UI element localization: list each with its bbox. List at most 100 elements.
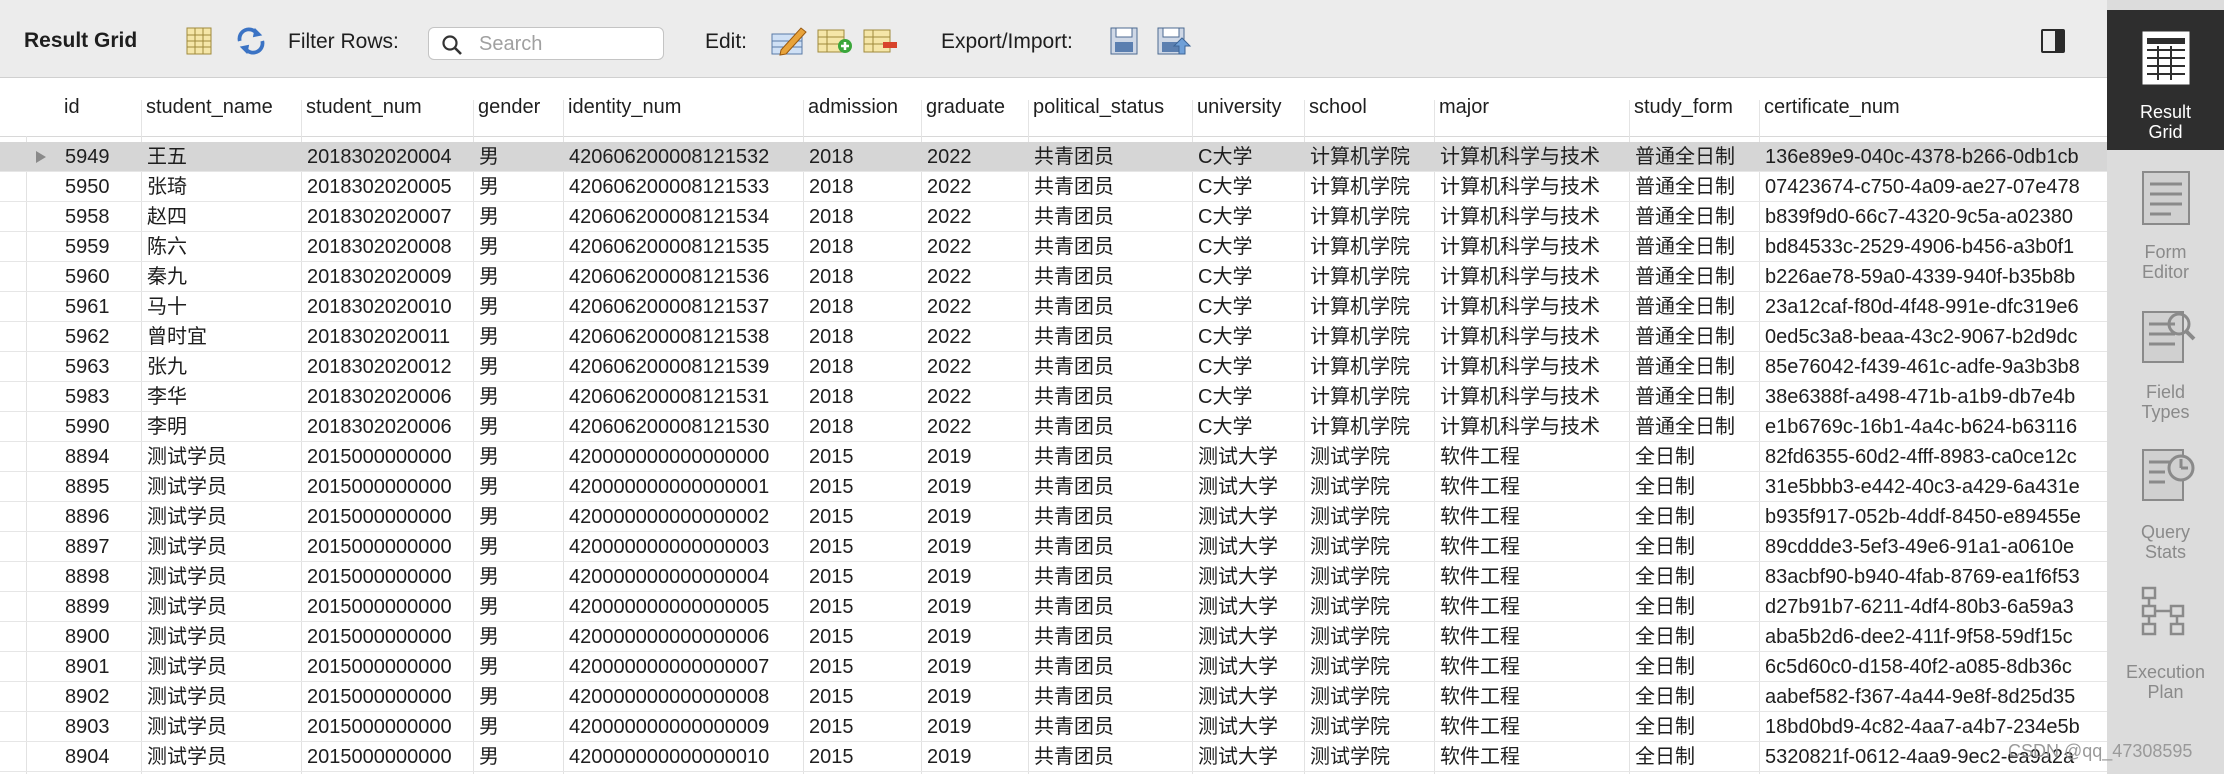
cell-school[interactable]: 计算机学院 <box>1305 412 1435 441</box>
table-row[interactable]: 5959 陈六 2018302020008 男 420606200008121535 20… <box>0 232 2107 262</box>
cell-gender[interactable]: 男 <box>474 472 564 501</box>
cell-graduate[interactable]: 2019 <box>922 712 1029 741</box>
cell-admission[interactable]: 2018 <box>804 352 922 381</box>
cell-graduate[interactable]: 2022 <box>922 142 1029 171</box>
cell-school[interactable]: 计算机学院 <box>1305 322 1435 351</box>
cell-student-name[interactable]: 张九 <box>142 352 302 381</box>
cell-school[interactable]: 测试学院 <box>1305 502 1435 531</box>
cell-id[interactable]: 5961 <box>60 292 142 321</box>
cell-university[interactable]: C大学 <box>1193 202 1305 231</box>
toggle-columns-icon[interactable] <box>184 26 214 56</box>
column-header-divider[interactable] <box>803 100 804 136</box>
cell-admission[interactable]: 2015 <box>804 502 922 531</box>
cell-gender[interactable]: 男 <box>474 172 564 201</box>
cell-gender[interactable]: 男 <box>474 382 564 411</box>
cell-major[interactable]: 软件工程 <box>1435 742 1630 771</box>
cell-university[interactable]: 测试大学 <box>1193 472 1305 501</box>
cell-student-name[interactable]: 张琦 <box>142 172 302 201</box>
cell-graduate[interactable]: 2022 <box>922 232 1029 261</box>
cell-study-form[interactable]: 普通全日制 <box>1630 292 1760 321</box>
cell-certificate-num[interactable]: 6c5d60c0-d158-40f2-a085-8db36c <box>1760 652 2107 681</box>
cell-student-num[interactable]: 2015000000000 <box>302 712 474 741</box>
cell-university[interactable]: C大学 <box>1193 262 1305 291</box>
cell-gender[interactable]: 男 <box>474 562 564 591</box>
cell-student-num[interactable]: 2018302020005 <box>302 172 474 201</box>
cell-university[interactable]: 测试大学 <box>1193 562 1305 591</box>
cell-major[interactable]: 软件工程 <box>1435 652 1630 681</box>
cell-id[interactable]: 5962 <box>60 322 142 351</box>
cell-identity-num[interactable]: 420606200008121536 <box>564 262 804 291</box>
cell-id[interactable]: 5949 <box>60 142 142 171</box>
cell-student-num[interactable]: 2015000000000 <box>302 472 474 501</box>
cell-gender[interactable]: 男 <box>474 352 564 381</box>
cell-admission[interactable]: 2018 <box>804 232 922 261</box>
cell-graduate[interactable]: 2019 <box>922 592 1029 621</box>
cell-school[interactable]: 计算机学院 <box>1305 172 1435 201</box>
cell-student-num[interactable]: 2015000000000 <box>302 652 474 681</box>
cell-school[interactable]: 测试学院 <box>1305 592 1435 621</box>
cell-certificate-num[interactable]: bd84533c-2529-4906-b456-a3b0f1 <box>1760 232 2107 261</box>
cell-gender[interactable]: 男 <box>474 742 564 771</box>
cell-major[interactable]: 软件工程 <box>1435 472 1630 501</box>
cell-certificate-num[interactable]: 89cddde3-5ef3-49e6-91a1-a0610e <box>1760 532 2107 561</box>
cell-student-num[interactable]: 2018302020009 <box>302 262 474 291</box>
cell-graduate[interactable]: 2019 <box>922 442 1029 471</box>
cell-admission[interactable]: 2018 <box>804 202 922 231</box>
cell-graduate[interactable]: 2019 <box>922 622 1029 651</box>
cell-certificate-num[interactable]: 85e76042-f439-461c-adfe-9a3b3b8 <box>1760 352 2107 381</box>
cell-certificate-num[interactable]: d27b91b7-6211-4df4-80b3-6a59a3 <box>1760 592 2107 621</box>
cell-school[interactable]: 计算机学院 <box>1305 352 1435 381</box>
cell-student-name[interactable]: 测试学员 <box>142 592 302 621</box>
cell-admission[interactable]: 2015 <box>804 532 922 561</box>
refresh-icon[interactable] <box>236 26 266 56</box>
cell-identity-num[interactable]: 420000000000000002 <box>564 502 804 531</box>
cell-student-name[interactable]: 赵四 <box>142 202 302 231</box>
cell-student-num[interactable]: 2018302020012 <box>302 352 474 381</box>
cell-major[interactable]: 计算机科学与技术 <box>1435 232 1630 261</box>
cell-id[interactable]: 5990 <box>60 412 142 441</box>
cell-certificate-num[interactable]: b839f9d0-66c7-4320-9c5a-a02380 <box>1760 202 2107 231</box>
cell-major[interactable]: 软件工程 <box>1435 592 1630 621</box>
cell-university[interactable]: 测试大学 <box>1193 592 1305 621</box>
cell-admission[interactable]: 2015 <box>804 742 922 771</box>
cell-student-name[interactable]: 测试学员 <box>142 622 302 651</box>
cell-political-status[interactable]: 共青团员 <box>1029 382 1193 411</box>
cell-identity-num[interactable]: 420000000000000010 <box>564 742 804 771</box>
cell-study-form[interactable]: 普通全日制 <box>1630 412 1760 441</box>
cell-graduate[interactable]: 2019 <box>922 682 1029 711</box>
cell-university[interactable]: 测试大学 <box>1193 742 1305 771</box>
cell-school[interactable]: 计算机学院 <box>1305 232 1435 261</box>
cell-school[interactable]: 测试学院 <box>1305 472 1435 501</box>
cell-political-status[interactable]: 共青团员 <box>1029 142 1193 171</box>
sidebar-item-query-stats[interactable]: Query Stats <box>2107 430 2224 570</box>
cell-graduate[interactable]: 2022 <box>922 322 1029 351</box>
cell-major[interactable]: 计算机科学与技术 <box>1435 352 1630 381</box>
cell-id[interactable]: 8901 <box>60 652 142 681</box>
cell-admission[interactable]: 2015 <box>804 562 922 591</box>
cell-admission[interactable]: 2015 <box>804 472 922 501</box>
cell-university[interactable]: C大学 <box>1193 352 1305 381</box>
cell-student-name[interactable]: 测试学员 <box>142 562 302 591</box>
table-row[interactable]: 8897 测试学员 2015000000000 男 420000000000000003… <box>0 532 2107 562</box>
cell-gender[interactable]: 男 <box>474 202 564 231</box>
cell-certificate-num[interactable]: 82fd6355-60d2-4fff-8983-ca0ce12c <box>1760 442 2107 471</box>
cell-school[interactable]: 测试学院 <box>1305 682 1435 711</box>
column-header-divider[interactable] <box>1434 100 1435 136</box>
column-header-id[interactable]: id <box>60 78 80 136</box>
cell-major[interactable]: 计算机科学与技术 <box>1435 382 1630 411</box>
cell-id[interactable]: 8896 <box>60 502 142 531</box>
cell-student-num[interactable]: 2018302020010 <box>302 292 474 321</box>
cell-student-name[interactable]: 马十 <box>142 292 302 321</box>
column-header-student-name[interactable]: student_name <box>142 78 273 136</box>
cell-study-form[interactable]: 全日制 <box>1630 742 1760 771</box>
cell-id[interactable]: 8903 <box>60 712 142 741</box>
cell-id[interactable]: 8895 <box>60 472 142 501</box>
cell-political-status[interactable]: 共青团员 <box>1029 442 1193 471</box>
cell-student-name[interactable]: 测试学员 <box>142 712 302 741</box>
cell-study-form[interactable]: 全日制 <box>1630 712 1760 741</box>
cell-major[interactable]: 软件工程 <box>1435 562 1630 591</box>
cell-political-status[interactable]: 共青团员 <box>1029 292 1193 321</box>
table-row[interactable]: 8901 测试学员 2015000000000 男 420000000000000007… <box>0 652 2107 682</box>
cell-student-num[interactable]: 2015000000000 <box>302 682 474 711</box>
cell-identity-num[interactable]: 420000000000000001 <box>564 472 804 501</box>
